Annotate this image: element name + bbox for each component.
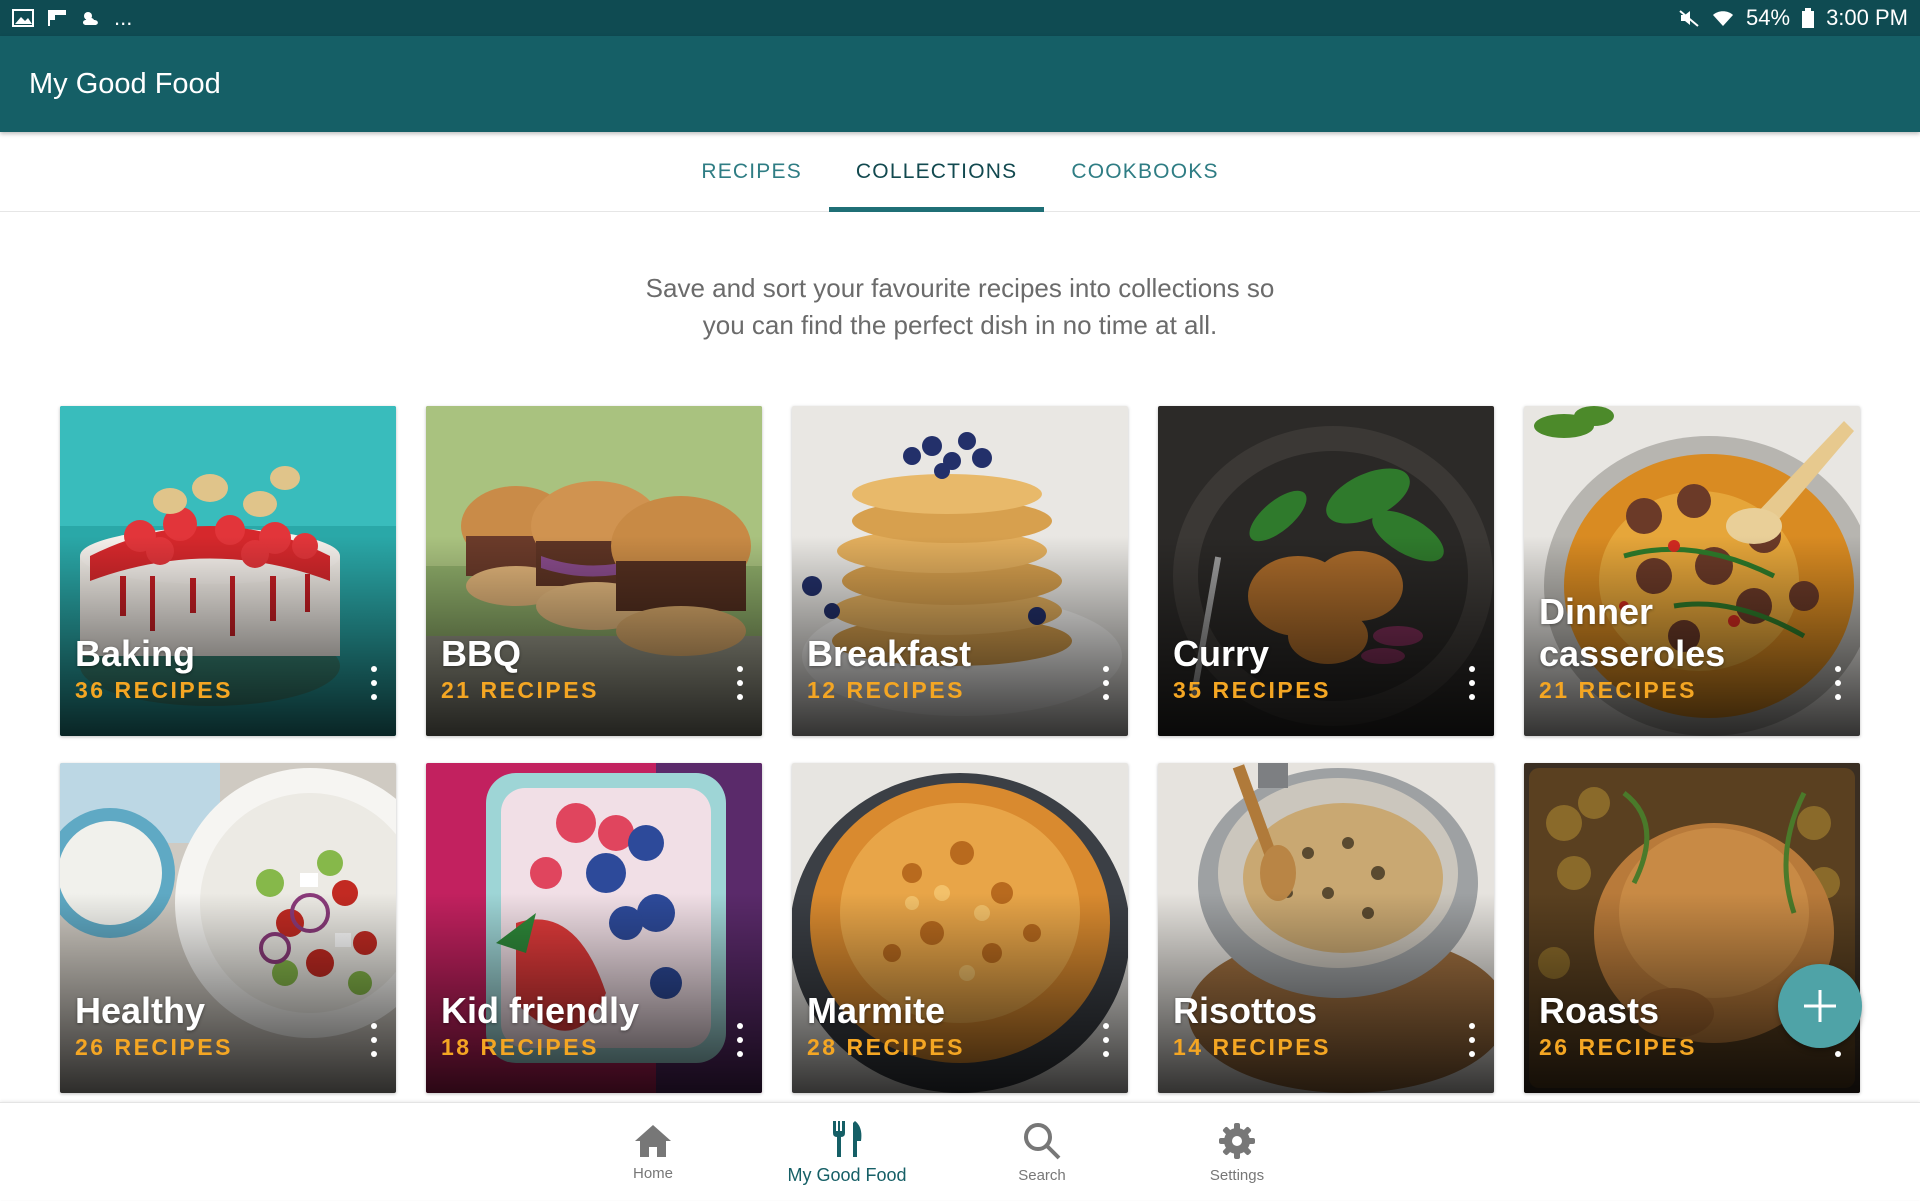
more-options-icon[interactable]	[1466, 1023, 1478, 1057]
collection-card-breakfast[interactable]: Breakfast 12 RECIPES	[792, 406, 1128, 736]
collection-card-kid-friendly[interactable]: Kid friendly 18 RECIPES	[426, 763, 762, 1093]
gallery-icon	[12, 9, 34, 27]
mute-icon	[1679, 10, 1699, 27]
more-options-icon[interactable]	[1832, 666, 1844, 700]
battery-icon	[1802, 8, 1815, 28]
card-text: Roasts 26 RECIPES	[1539, 990, 1800, 1061]
collection-title: Kid friendly	[441, 990, 640, 1031]
collection-count: 28 RECIPES	[807, 1034, 965, 1060]
status-time: 3:00 PM	[1826, 5, 1908, 30]
collection-title: Baking	[75, 633, 196, 674]
collection-card-risottos[interactable]: Risottos 14 RECIPES	[1158, 763, 1494, 1093]
collection-count: 12 RECIPES	[807, 677, 965, 703]
tab-collections[interactable]: COLLECTIONS	[828, 132, 1045, 212]
collection-card-curry[interactable]: Curry 35 RECIPES	[1158, 406, 1494, 736]
collection-count: 14 RECIPES	[1173, 1034, 1331, 1060]
more-options-icon[interactable]	[734, 1023, 746, 1057]
more-options-icon[interactable]	[1100, 666, 1112, 700]
collection-count: 35 RECIPES	[1173, 677, 1331, 703]
tab-bar: RECIPES COLLECTIONS COOKBOOKS	[0, 132, 1920, 212]
gear-icon	[1219, 1122, 1255, 1159]
status-right: 54% 3:00 PM	[1678, 5, 1908, 31]
nav-label: Search	[1018, 1166, 1066, 1184]
bottom-navigation: Home My Good Food Search Settings	[0, 1102, 1920, 1200]
app-bar: My Good Food	[0, 36, 1920, 132]
intro-line-2: you can find the perfect dish in no time…	[702, 310, 1218, 340]
flipboard-icon	[48, 10, 66, 26]
tab-recipes[interactable]: RECIPES	[674, 132, 829, 212]
card-text: Breakfast 12 RECIPES	[807, 633, 1068, 704]
collection-title: Dinner casseroles	[1539, 591, 1726, 674]
more-options-icon[interactable]	[1100, 1023, 1112, 1057]
nav-settings[interactable]: Settings	[1162, 1103, 1312, 1201]
more-options-icon[interactable]	[1466, 666, 1478, 700]
collection-count: 26 RECIPES	[1539, 1034, 1697, 1060]
status-more: ...	[114, 5, 133, 30]
collection-card-marmite[interactable]: Marmite 28 RECIPES	[792, 763, 1128, 1093]
collection-card-baking[interactable]: Baking 36 RECIPES	[60, 406, 396, 736]
collection-title: Marmite	[807, 990, 946, 1031]
nav-search[interactable]: Search	[967, 1103, 1117, 1201]
card-text: Healthy 26 RECIPES	[75, 990, 336, 1061]
collection-title: Breakfast	[807, 633, 972, 674]
collection-title: Risottos	[1173, 990, 1317, 1031]
collection-title: Healthy	[75, 990, 206, 1031]
card-text: Curry 35 RECIPES	[1173, 633, 1434, 704]
weather-icon	[83, 12, 98, 25]
collection-title: Curry	[1173, 633, 1270, 674]
card-text: Risottos 14 RECIPES	[1173, 990, 1434, 1061]
intro-text: Save and sort your favourite recipes int…	[560, 270, 1360, 344]
card-text: Marmite 28 RECIPES	[807, 990, 1068, 1061]
more-options-icon[interactable]	[734, 666, 746, 700]
plus-icon	[1804, 990, 1836, 1022]
collection-count: 26 RECIPES	[75, 1034, 233, 1060]
collection-count: 36 RECIPES	[75, 677, 233, 703]
app-title: My Good Food	[29, 67, 221, 100]
collection-card-dinner-casseroles[interactable]: Dinner casseroles 21 RECIPES	[1524, 406, 1860, 736]
nav-label: Home	[632, 1164, 673, 1182]
collection-count: 21 RECIPES	[441, 677, 599, 703]
collection-count: 21 RECIPES	[1539, 677, 1697, 703]
collection-count: 18 RECIPES	[441, 1034, 599, 1060]
add-collection-button[interactable]	[1778, 964, 1862, 1048]
status-left: ...	[12, 5, 132, 31]
status-bar: ... 54% 3:00 PM	[0, 0, 1920, 36]
more-options-icon[interactable]	[368, 666, 380, 700]
nav-label: Settings	[1209, 1166, 1265, 1184]
intro-line-1: Save and sort your favourite recipes int…	[645, 273, 1275, 303]
collection-card-bbq[interactable]: BBQ 21 RECIPES	[426, 406, 762, 736]
collection-title: Roasts	[1539, 990, 1660, 1031]
card-text: BBQ 21 RECIPES	[441, 633, 702, 704]
collection-title: BBQ	[441, 633, 521, 674]
card-text: Baking 36 RECIPES	[75, 633, 336, 704]
search-icon	[1024, 1122, 1061, 1159]
home-icon	[635, 1124, 671, 1157]
tab-cookbooks[interactable]: COOKBOOKS	[1044, 132, 1245, 212]
nav-home[interactable]: Home	[578, 1103, 728, 1201]
card-text: Kid friendly 18 RECIPES	[441, 990, 702, 1061]
fork-knife-icon	[833, 1120, 862, 1157]
wifi-icon	[1713, 11, 1734, 26]
card-text: Dinner casseroles 21 RECIPES	[1539, 591, 1800, 704]
more-options-icon[interactable]	[368, 1023, 380, 1057]
nav-label: My Good Food	[787, 1164, 907, 1185]
battery-percent: 54%	[1746, 5, 1791, 30]
nav-my-good-food[interactable]: My Good Food	[772, 1103, 922, 1201]
collection-card-healthy[interactable]: Healthy 26 RECIPES	[60, 763, 396, 1093]
